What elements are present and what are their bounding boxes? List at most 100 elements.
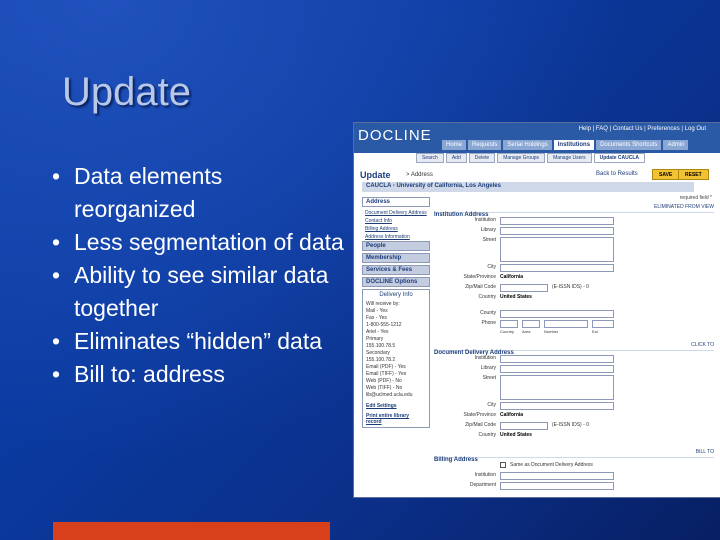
required-note: required field * (679, 195, 712, 201)
top-links[interactable]: Help | FAQ | Contact Us | Preferences | … (579, 126, 706, 132)
sub-nav: Search Add Delete Manage Groups Manage U… (416, 153, 646, 163)
sidebar-link[interactable]: Document Delivery Address (362, 209, 430, 217)
field-label: Zip/Mail Code (465, 284, 496, 290)
sidebar-item-membership[interactable]: Membership (362, 253, 430, 263)
subtab-manage-groups[interactable]: Manage Groups (497, 153, 546, 163)
zip-extra: (E-ISSN IDS) - 0 (552, 422, 589, 428)
form-row: State/Province California (434, 412, 714, 421)
page-heading: Update (360, 170, 391, 180)
phone-number-input[interactable] (544, 320, 588, 328)
main-nav: Home Requests Serial Holdings Institutio… (442, 140, 689, 150)
sidebar-link[interactable]: Billing Address (362, 225, 430, 233)
zip-extra: (E-ISSN IDS) - 0 (552, 284, 589, 290)
delivery-line: Primary (366, 336, 384, 342)
field-label: Institution (474, 217, 496, 223)
nav-tab-home[interactable]: Home (442, 140, 467, 150)
phone-country-input[interactable] (500, 320, 518, 328)
same-as-checkbox[interactable] (500, 462, 506, 468)
institution-name: CAUCLA - University of California, Los A… (366, 183, 501, 189)
form-row: Institution (434, 217, 714, 226)
field-label: Street (482, 375, 496, 381)
phone-area-input[interactable] (522, 320, 540, 328)
save-button[interactable]: SAVE (652, 169, 680, 180)
delivery-line: Web (PDF) - No (366, 378, 402, 384)
bullet-item: Eliminates “hidden” data (48, 325, 348, 358)
form-row: Same as Document Delivery Address (434, 462, 714, 471)
city-input[interactable] (500, 264, 614, 272)
form-row: State/Province California (434, 274, 714, 283)
dd-library-input[interactable] (500, 365, 614, 373)
zip-input[interactable] (500, 284, 548, 292)
dd-country-select[interactable]: United States (500, 432, 532, 438)
subtab-manage-users[interactable]: Manage Users (547, 153, 592, 163)
country-select[interactable]: United States (500, 294, 532, 300)
form-row: Zip/Mail Code (E-ISSN IDS) - 0 (434, 422, 714, 431)
phone-caption: Number (544, 329, 559, 334)
form-row: Institution (434, 472, 714, 481)
subtab-search[interactable]: Search (416, 153, 444, 163)
reset-button[interactable]: RESET (678, 169, 709, 180)
delivery-line: Email (TIFF) - Yes (366, 371, 407, 377)
nav-tab-requests[interactable]: Requests (468, 140, 502, 150)
bullet-item: Data elements reorganized (48, 160, 348, 226)
sidebar-item-docline-options[interactable]: DOCLINE Options (362, 277, 430, 287)
docline-logo: DOCLINE (358, 127, 432, 144)
phone-caption: Ext. (592, 329, 599, 334)
nav-tab-serial-holdings[interactable]: Serial Holdings (503, 140, 552, 150)
nav-tab-institutions[interactable]: Institutions (553, 140, 595, 150)
sidebar-link[interactable]: Address Information (362, 233, 430, 241)
dd-zip-input[interactable] (500, 422, 548, 430)
back-to-results-link[interactable]: Back to Results (596, 171, 638, 177)
delivery-info-heading: Delivery Info (379, 292, 413, 298)
library-input[interactable] (500, 227, 614, 235)
field-label: Library (480, 365, 496, 371)
street-input[interactable] (500, 237, 614, 262)
form-row: County (434, 310, 714, 319)
delivery-line: lib@uclmed.ucla.edu (366, 392, 413, 398)
billing-department-input[interactable] (500, 482, 614, 490)
edit-settings-link[interactable]: Edit Settings (366, 403, 426, 409)
subtab-update[interactable]: Update CAUCLA (593, 153, 646, 163)
subtab-delete[interactable]: Delete (468, 153, 496, 163)
billing-address-header: Billing Address BILL TO (434, 448, 714, 463)
county-input[interactable] (500, 310, 614, 318)
dd-state-select[interactable]: California (500, 412, 523, 418)
form-row: Street (434, 375, 714, 401)
dd-street-input[interactable] (500, 375, 614, 400)
nav-tab-admin[interactable]: Admin (663, 140, 689, 150)
form-row: City (434, 264, 714, 273)
sidebar-link[interactable]: Contact Info (362, 217, 430, 225)
section-note: ELIMINATED FROM VIEW (654, 204, 714, 210)
institution-address-header: Institution Address ELIMINATED FROM VIEW (434, 203, 714, 218)
same-as-label: Same as Document Delivery Address (510, 462, 593, 468)
delivery-line: 155.100.78.2 (366, 357, 396, 363)
form-row: Institution (434, 355, 714, 364)
field-label: City (487, 264, 496, 270)
print-record-link[interactable]: Print entire library record (366, 413, 426, 425)
billing-institution-input[interactable] (500, 472, 614, 480)
breadcrumb: > Address (406, 172, 433, 178)
field-label: Library (480, 227, 496, 233)
institution-input[interactable] (500, 217, 614, 225)
bullet-item: Less segmentation of data (48, 226, 348, 259)
sidebar-item-services[interactable]: Services & Fees (362, 265, 430, 275)
delivery-info-box: Delivery Info Will receive by: Mail - Ye… (362, 289, 430, 428)
form-row: Country United States (434, 294, 714, 303)
form-row: City (434, 402, 714, 411)
field-label: City (487, 402, 496, 408)
sidebar-item-address[interactable]: Address (362, 197, 430, 207)
form-row: Department (434, 482, 714, 491)
form-row: Zip/Mail Code (E-ISSN IDS) - 0 (434, 284, 714, 293)
section-note: CLICK TO (691, 342, 714, 348)
nav-tab-documents[interactable]: Documents Shortcuts (596, 140, 662, 150)
phone-ext-input[interactable] (592, 320, 614, 328)
dd-city-input[interactable] (500, 402, 614, 410)
delivery-line: 1-800-555-1212 (366, 322, 402, 328)
bullet-item: Bill to: address (48, 358, 348, 391)
subtab-add[interactable]: Add (445, 153, 467, 163)
sidebar-item-people[interactable]: People (362, 241, 430, 251)
delivery-line: Mail - Yes (366, 308, 388, 314)
delivery-line: Fax - Yes (366, 315, 387, 321)
dd-institution-input[interactable] (500, 355, 614, 363)
state-select[interactable]: California (500, 274, 523, 280)
